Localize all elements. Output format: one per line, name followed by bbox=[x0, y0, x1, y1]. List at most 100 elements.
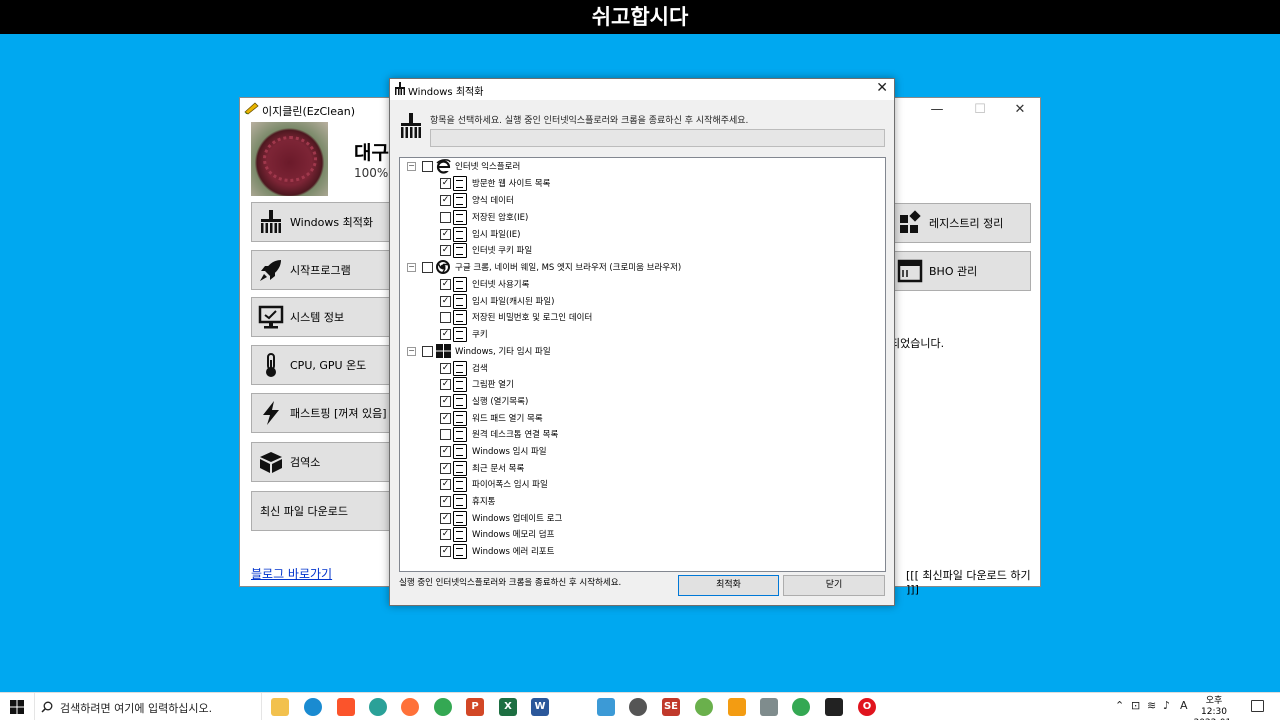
brave-icon[interactable] bbox=[337, 698, 355, 716]
checkbox[interactable]: ✓ bbox=[440, 278, 451, 290]
checkbox[interactable]: ✓ bbox=[440, 495, 451, 507]
tree-item[interactable]: ✓ 실행 (열기목록) bbox=[440, 393, 528, 409]
tree-item[interactable]: ✓ Windows 에러 리포트 bbox=[440, 543, 554, 559]
notes-icon[interactable] bbox=[825, 698, 843, 716]
checkbox[interactable] bbox=[440, 211, 451, 223]
opera-icon[interactable]: O bbox=[858, 698, 876, 716]
optimize-button[interactable]: 최적화 bbox=[678, 575, 779, 596]
registry-clean-button[interactable]: 레지스트리 정리 bbox=[890, 203, 1031, 243]
quarantine-button[interactable]: 검역소 bbox=[251, 442, 391, 482]
tree-group-windows[interactable]: − Windows, 기타 임시 파일 bbox=[407, 343, 551, 359]
notification-icon[interactable] bbox=[1251, 700, 1264, 712]
tree-item[interactable]: ✓ 방문한 웹 사이트 목록 bbox=[440, 175, 551, 191]
checkbox[interactable]: ✓ bbox=[440, 244, 451, 256]
checkbox[interactable]: ✓ bbox=[440, 462, 451, 474]
collapse-icon[interactable]: − bbox=[407, 262, 416, 272]
calculator-icon[interactable] bbox=[760, 698, 778, 716]
chevron-up-icon[interactable]: ⌃ bbox=[1115, 699, 1124, 712]
tree-item[interactable]: ✓ 파이어폭스 임시 파일 bbox=[440, 476, 548, 492]
checkbox[interactable]: ✓ bbox=[440, 395, 451, 407]
tree-item[interactable]: 저장된 암호(IE) bbox=[440, 209, 528, 225]
tree-item[interactable]: ✓ 임시 파일(캐시된 파일) bbox=[440, 293, 554, 309]
download-link[interactable]: [[[ 최신파일 다운로드 하기 ]]] bbox=[906, 567, 1040, 596]
vlc-icon[interactable] bbox=[728, 698, 746, 716]
chrome-icon[interactable] bbox=[792, 698, 810, 716]
checkbox[interactable]: ✓ bbox=[440, 194, 451, 206]
close-button[interactable]: ✕ bbox=[1000, 100, 1040, 120]
checkbox[interactable]: ✓ bbox=[440, 378, 451, 390]
bho-manage-button[interactable]: BHO 관리 bbox=[890, 251, 1031, 291]
broom-icon bbox=[401, 113, 421, 138]
clock[interactable]: 오후 12:30 2022-01-23 bbox=[1192, 696, 1236, 720]
chrome-icon[interactable] bbox=[434, 698, 452, 716]
maximize-button[interactable]: ☐ bbox=[960, 100, 1000, 120]
tree-label: 워드 패드 열기 목록 bbox=[472, 414, 543, 424]
windows-start-icon[interactable] bbox=[10, 700, 24, 714]
tree-item[interactable]: ✓ Windows 임시 파일 bbox=[440, 443, 547, 459]
dialog-close-icon[interactable]: ✕ bbox=[876, 80, 888, 96]
blog-link[interactable]: 블로그 바로가기 bbox=[251, 565, 332, 582]
tree-item[interactable]: ✓ 인터넷 쿠키 파일 bbox=[440, 242, 532, 258]
powerpoint-icon[interactable]: P bbox=[466, 698, 484, 716]
collapse-icon[interactable]: − bbox=[407, 346, 416, 356]
fastping-button[interactable]: 패스트핑 [꺼져 있음] bbox=[251, 393, 391, 433]
tree-group-ie[interactable]: − 인터넷 익스플로러 bbox=[407, 158, 520, 174]
checkbox[interactable]: ✓ bbox=[440, 362, 451, 374]
checkbox[interactable]: ✓ bbox=[440, 545, 451, 557]
download-latest-button[interactable]: 최신 파일 다운로드 bbox=[251, 491, 391, 531]
tree-item[interactable]: ✓ Windows 메모리 덤프 bbox=[440, 526, 554, 542]
checkbox[interactable] bbox=[440, 428, 451, 440]
taskbar-search[interactable]: 검색하려면 여기에 입력하십시오. bbox=[34, 693, 262, 720]
checkbox[interactable]: ✓ bbox=[440, 328, 451, 340]
search-app-icon[interactable] bbox=[629, 698, 647, 716]
collapse-icon[interactable]: − bbox=[407, 161, 416, 171]
tree-item[interactable]: ✓ 그림판 열기 bbox=[440, 376, 514, 392]
tree-item[interactable]: ✓ 양식 데이터 bbox=[440, 192, 514, 208]
tree-item[interactable]: ✓ 최근 문서 목록 bbox=[440, 460, 524, 476]
document-icon bbox=[453, 526, 467, 542]
minimize-button[interactable]: — bbox=[917, 100, 957, 120]
broom-icon bbox=[395, 82, 405, 95]
se-icon[interactable]: SE bbox=[662, 698, 680, 716]
wifi-icon[interactable]: ≋ bbox=[1147, 699, 1156, 712]
excel-icon[interactable]: X bbox=[499, 698, 517, 716]
windows-optimize-button[interactable]: Windows 최적화 bbox=[251, 202, 391, 242]
startup-programs-button[interactable]: 시작프로그램 bbox=[251, 250, 391, 290]
checkbox[interactable]: ✓ bbox=[440, 528, 451, 540]
tree-item[interactable]: ✓ Windows 업데이트 로그 bbox=[440, 510, 562, 526]
checkbox[interactable]: ✓ bbox=[440, 445, 451, 457]
checkbox[interactable]: ✓ bbox=[440, 512, 451, 524]
network-icon[interactable]: ⊡ bbox=[1131, 699, 1140, 712]
cleanup-tree[interactable]: − 인터넷 익스플로러 ✓ 방문한 웹 사이트 목록 ✓ 양식 데이터 저장된 암호… bbox=[399, 157, 886, 572]
app-icon[interactable] bbox=[369, 698, 387, 716]
cpu-gpu-temp-button[interactable]: CPU, GPU 온도 bbox=[251, 345, 391, 385]
tree-item[interactable]: ✓ 쿠키 bbox=[440, 326, 488, 342]
checkbox[interactable]: ✓ bbox=[440, 412, 451, 424]
checkbox[interactable] bbox=[422, 160, 433, 172]
tree-item[interactable]: ✓ 워드 패드 열기 목록 bbox=[440, 410, 543, 426]
checkbox[interactable] bbox=[422, 261, 433, 273]
tree-item[interactable]: ✓ 임시 파일(IE) bbox=[440, 226, 521, 242]
checkbox[interactable]: ✓ bbox=[440, 295, 451, 307]
tree-item[interactable]: ✓ 휴지통 bbox=[440, 493, 495, 509]
tree-item[interactable]: 저장된 비밀번호 및 로그인 데이터 bbox=[440, 309, 592, 325]
tree-item[interactable]: ✓ 인터넷 사용기록 bbox=[440, 276, 529, 292]
app-icon[interactable] bbox=[695, 698, 713, 716]
tree-group-chrome[interactable]: − 구글 크롬, 네이버 웨일, MS 엣지 브라우저 (크로미움 브라우저) bbox=[407, 259, 681, 275]
checkbox[interactable] bbox=[422, 345, 433, 357]
edge-icon[interactable] bbox=[304, 698, 322, 716]
ime-indicator[interactable]: A bbox=[1180, 699, 1188, 712]
file-explorer-icon[interactable] bbox=[271, 698, 289, 716]
app-icon[interactable] bbox=[597, 698, 615, 716]
firefox-icon[interactable] bbox=[401, 698, 419, 716]
close-dialog-button[interactable]: 닫기 bbox=[783, 575, 885, 596]
checkbox[interactable]: ✓ bbox=[440, 177, 451, 189]
checkbox[interactable]: ✓ bbox=[440, 228, 451, 240]
tree-item[interactable]: ✓ 검색 bbox=[440, 360, 488, 376]
word-icon[interactable]: W bbox=[531, 698, 549, 716]
checkbox[interactable] bbox=[440, 311, 451, 323]
checkbox[interactable]: ✓ bbox=[440, 478, 451, 490]
volume-icon[interactable]: ♪ bbox=[1163, 699, 1170, 712]
system-info-button[interactable]: 시스템 정보 bbox=[251, 297, 391, 337]
tree-item[interactable]: 원격 데스크톱 연결 목록 bbox=[440, 426, 558, 442]
